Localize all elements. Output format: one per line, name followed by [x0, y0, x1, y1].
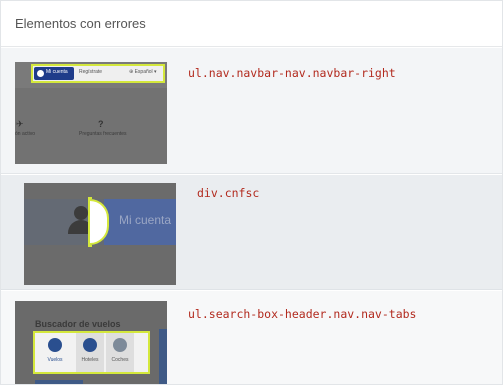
- css-selector: ul.search-box-header.nav.nav-tabs: [188, 307, 417, 321]
- error-row[interactable]: Buscador de vuelos Vuelos Hoteles Coches…: [1, 291, 502, 384]
- error-highlight-box: [33, 331, 150, 374]
- panel-title: Elementos con errores: [15, 16, 146, 31]
- element-screenshot: Mi cuenta Regístrate ⊕ Español ▾ ✈ ? ón …: [15, 62, 167, 164]
- link-right-label: Preguntas frecuentes: [79, 131, 127, 137]
- error-row[interactable]: Mi cuenta div.cnfsc: [1, 175, 502, 290]
- account-label: Mi cuenta: [119, 213, 172, 227]
- search-box-title: Buscador de vuelos: [35, 319, 121, 329]
- errors-panel: Elementos con errores Mi cuenta Regístra…: [0, 0, 503, 385]
- user-avatar-icon: [74, 206, 88, 220]
- link-left-label: ón activo: [15, 131, 36, 137]
- panel-header: Elementos con errores: [1, 1, 502, 47]
- element-screenshot: Buscador de vuelos Vuelos Hoteles Coches: [15, 301, 167, 384]
- error-highlight-box: [31, 64, 165, 83]
- error-row[interactable]: Mi cuenta Regístrate ⊕ Español ▾ ✈ ? ón …: [1, 48, 502, 174]
- search-button-snapshot: [35, 380, 83, 384]
- edge-panel: [159, 329, 167, 384]
- css-selector: div.cnfsc: [197, 186, 260, 200]
- question-icon: ?: [98, 119, 104, 129]
- css-selector: ul.nav.navbar-nav.navbar-right: [188, 66, 396, 80]
- plane-icon: ✈: [16, 119, 24, 129]
- element-screenshot: Mi cuenta: [24, 183, 176, 285]
